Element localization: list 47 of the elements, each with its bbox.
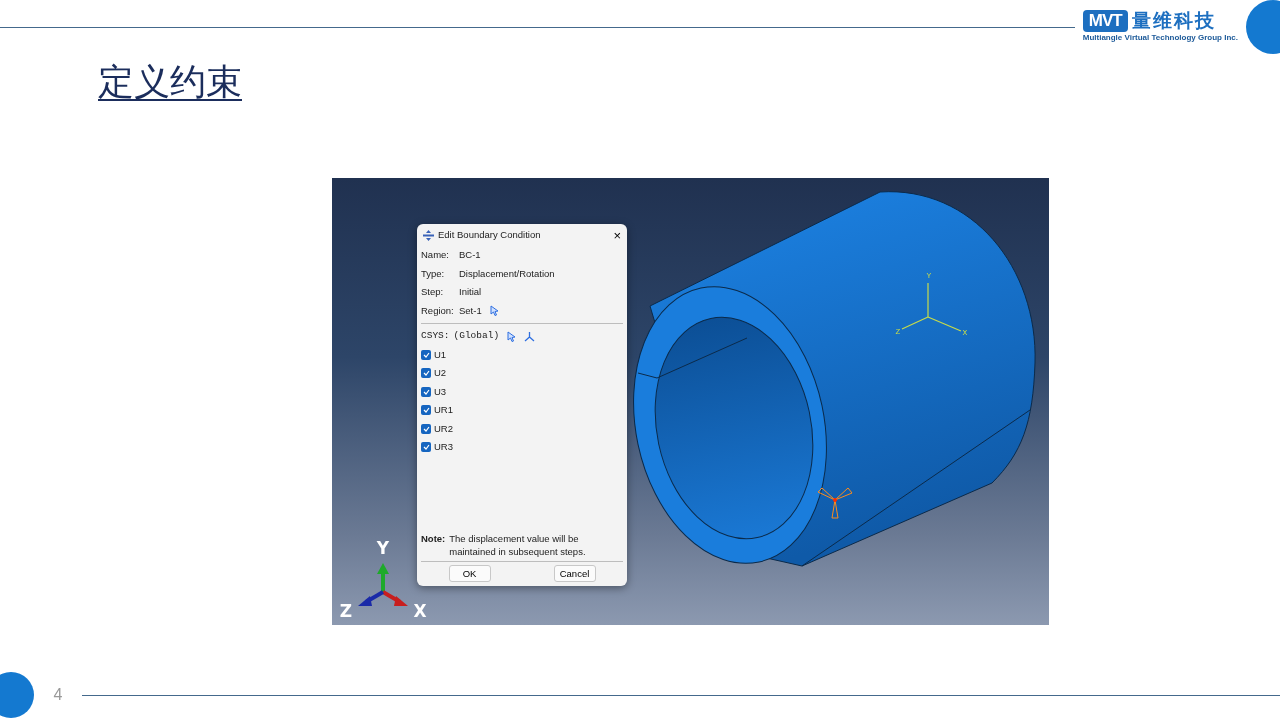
note-label: Note: — [421, 532, 446, 546]
logo-mark: MVT — [1082, 10, 1128, 32]
close-button[interactable]: × — [613, 228, 621, 242]
axis-label: Y — [376, 538, 390, 558]
model-axis-triad-icon — [901, 282, 962, 332]
slide-title: 定义约束 — [98, 61, 242, 102]
axis-label: Y — [926, 271, 932, 280]
dialog-button[interactable]: Cancel — [553, 565, 596, 582]
field-value: (Global) — [453, 329, 500, 344]
field-label: Region: — [421, 303, 455, 318]
field-value: Initial — [459, 285, 482, 300]
page-number: 4 — [52, 685, 64, 705]
field-label: Name: — [421, 248, 450, 263]
axis-label: Z — [339, 601, 353, 621]
field-value: Set-1 — [459, 303, 482, 318]
cursor-icon[interactable] — [489, 305, 499, 317]
checkbox-label: U2 — [434, 366, 447, 381]
field-value: BC-1 — [459, 248, 481, 263]
field-label: Step: — [421, 285, 445, 300]
checkbox-label: UR1 — [434, 403, 453, 418]
checkbox[interactable] — [421, 368, 431, 379]
checkbox[interactable] — [421, 386, 431, 397]
checkbox-label: U1 — [434, 347, 447, 362]
field-label: CSYS: — [421, 329, 450, 344]
axis-label: X — [413, 601, 427, 621]
decorative-circle — [0, 672, 34, 718]
field-label: Type: — [421, 266, 446, 281]
dialog-button[interactable]: OK — [448, 565, 491, 582]
axis-label: X — [962, 328, 968, 337]
checkbox[interactable] — [421, 442, 431, 453]
checkbox-label: UR3 — [434, 440, 453, 455]
logo-tagline: Multiangle Virtual Technology Group Inc. — [1082, 32, 1238, 44]
view-axis-triad-icon — [358, 563, 408, 606]
app-icon — [423, 229, 434, 241]
axis-label: Z — [895, 327, 901, 336]
checkbox[interactable] — [421, 405, 431, 416]
boundary-condition-marker-icon — [817, 487, 853, 519]
checkbox-label: UR2 — [434, 421, 453, 436]
dialog-title: Edit Boundary Condition — [438, 227, 542, 242]
checkbox[interactable] — [421, 349, 431, 360]
checkbox[interactable] — [421, 423, 431, 434]
cursor-icon[interactable] — [507, 330, 517, 342]
axes-icon[interactable] — [524, 330, 536, 342]
note-text: The displacement value will be maintained in subsequent steps. — [449, 532, 587, 558]
logo-name: 量维科技 — [1131, 10, 1216, 32]
checkbox-label: U3 — [434, 384, 447, 399]
field-value: Displacement/Rotation — [459, 266, 555, 281]
